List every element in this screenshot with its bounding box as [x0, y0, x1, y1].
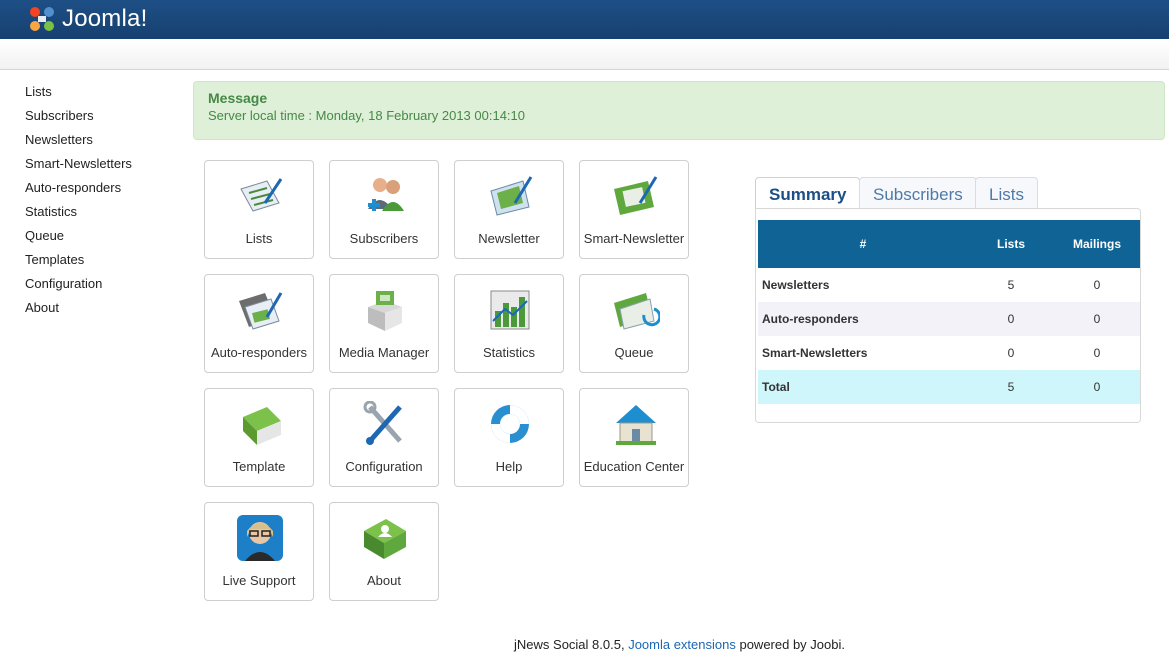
template-icon — [243, 407, 281, 445]
row-mailings: 0 — [1093, 278, 1101, 292]
col-header-name: # — [758, 220, 968, 268]
tile-label: Statistics — [482, 345, 535, 360]
sidebar-item-lists[interactable]: Lists — [25, 84, 185, 108]
live-support-icon — [237, 515, 283, 561]
tile-subscribers[interactable]: Subscribers — [329, 160, 439, 259]
message-text: Server local time : Monday, 18 February … — [208, 108, 525, 123]
footer: jNews Social 8.0.5, Joomla extensions po… — [0, 637, 1169, 652]
sidebar-item-queue[interactable]: Queue — [25, 228, 185, 252]
table-row-total: Total 5 0 — [758, 370, 1140, 404]
subscribers-icon — [368, 178, 404, 211]
tile-education-center[interactable]: Education Center — [579, 388, 689, 487]
tile-live-support[interactable]: Live Support — [204, 502, 314, 601]
logo-text: Joomla! — [62, 5, 148, 32]
tile-label: Education Center — [583, 459, 685, 474]
lists-icon — [240, 178, 283, 212]
tile-label: Queue — [614, 345, 654, 360]
sidebar-item-auto-responders[interactable]: Auto-responders — [25, 180, 185, 204]
row-name: Newsletters — [762, 278, 830, 292]
row-mailings: 0 — [1093, 346, 1101, 360]
summary-table: # Lists Mailings Newsletters 5 0 Auto-re… — [758, 220, 1140, 404]
queue-icon — [614, 293, 660, 330]
tile-label: About — [367, 573, 401, 588]
media-manager-icon — [368, 291, 402, 331]
joomla-logo-icon — [30, 7, 54, 31]
tile-newsletter[interactable]: Newsletter — [454, 160, 564, 259]
joomla-logo[interactable]: Joomla! — [26, 4, 147, 34]
row-lists: 0 — [968, 302, 1054, 336]
auto-responders-icon — [239, 292, 283, 330]
sidebar-item-templates[interactable]: Templates — [25, 252, 185, 276]
tile-label: Template — [232, 459, 286, 474]
newsletter-icon — [490, 176, 533, 216]
row-mailings: 0 — [1054, 370, 1140, 404]
sidebar-item-smart-newsletters[interactable]: Smart-Newsletters — [25, 156, 185, 180]
tile-queue[interactable]: Queue — [579, 274, 689, 373]
tile-label: Help — [495, 459, 523, 474]
tab-summary[interactable]: Summary — [755, 177, 861, 210]
tile-label: Auto-responders — [210, 345, 308, 360]
sidebar-item-newsletters[interactable]: Newsletters — [25, 132, 185, 156]
toolbar-strip — [0, 39, 1169, 70]
tile-template[interactable]: Template — [204, 388, 314, 487]
sidebar-item-statistics[interactable]: Statistics — [25, 204, 185, 228]
sidebar-item-configuration[interactable]: Configuration — [25, 276, 185, 300]
message-heading: Message — [208, 90, 268, 106]
education-center-icon — [616, 405, 656, 445]
tile-media-manager[interactable]: Media Manager — [329, 274, 439, 373]
row-name: Auto-responders — [758, 302, 968, 336]
about-icon — [364, 519, 406, 559]
configuration-icon — [363, 401, 402, 445]
row-lists: 5 — [968, 370, 1054, 404]
statistics-icon — [490, 290, 530, 330]
tile-label: Smart-Newsletter — [583, 231, 685, 246]
tile-label: Lists — [245, 231, 273, 246]
footer-suffix: powered by Joobi. — [735, 637, 845, 652]
table-row: Auto-responders 0 0 — [758, 302, 1140, 336]
col-header-mailings: Mailings — [1054, 220, 1140, 268]
tile-configuration[interactable]: Configuration — [329, 388, 439, 487]
tile-label: Configuration — [345, 459, 423, 474]
tile-statistics[interactable]: Statistics — [454, 274, 564, 373]
sidebar-item-about[interactable]: About — [25, 300, 185, 324]
tile-about[interactable]: About — [329, 502, 439, 601]
col-header-lists: Lists — [968, 220, 1054, 268]
summary-panel: # Lists Mailings Newsletters 5 0 Auto-re… — [755, 208, 1141, 423]
row-lists: 0 — [1007, 346, 1015, 360]
tile-label: Newsletter — [478, 231, 540, 246]
top-header: Joomla! — [0, 0, 1169, 39]
footer-prefix: jNews Social 8.0.5, — [514, 637, 629, 652]
row-name: Smart-Newsletters — [762, 346, 868, 360]
smart-newsletter-icon — [614, 176, 658, 215]
row-name: Total — [758, 370, 968, 404]
sidebar-nav: Lists Subscribers Newsletters Smart-News… — [25, 84, 185, 324]
table-row: Smart-Newsletters 0 0 — [758, 336, 1140, 370]
row-mailings: 0 — [1054, 302, 1140, 336]
row-lists: 5 — [1007, 278, 1015, 292]
sidebar-item-subscribers[interactable]: Subscribers — [25, 108, 185, 132]
tile-label: Subscribers — [349, 231, 419, 246]
tile-lists[interactable]: Lists — [204, 160, 314, 259]
footer-joomla-extensions-link[interactable]: Joomla extensions — [628, 637, 736, 652]
help-icon — [491, 405, 529, 443]
tab-subscribers[interactable]: Subscribers — [859, 177, 977, 209]
table-row: Newsletters 5 0 — [758, 268, 1140, 302]
tile-smart-newsletter[interactable]: Smart-Newsletter — [579, 160, 689, 259]
tile-auto-responders[interactable]: Auto-responders — [204, 274, 314, 373]
system-message: Message Server local time : Monday, 18 F… — [193, 81, 1165, 140]
tab-lists[interactable]: Lists — [975, 177, 1038, 209]
tile-label: Live Support — [222, 573, 296, 588]
tile-help[interactable]: Help — [454, 388, 564, 487]
tile-label: Media Manager — [338, 345, 430, 360]
